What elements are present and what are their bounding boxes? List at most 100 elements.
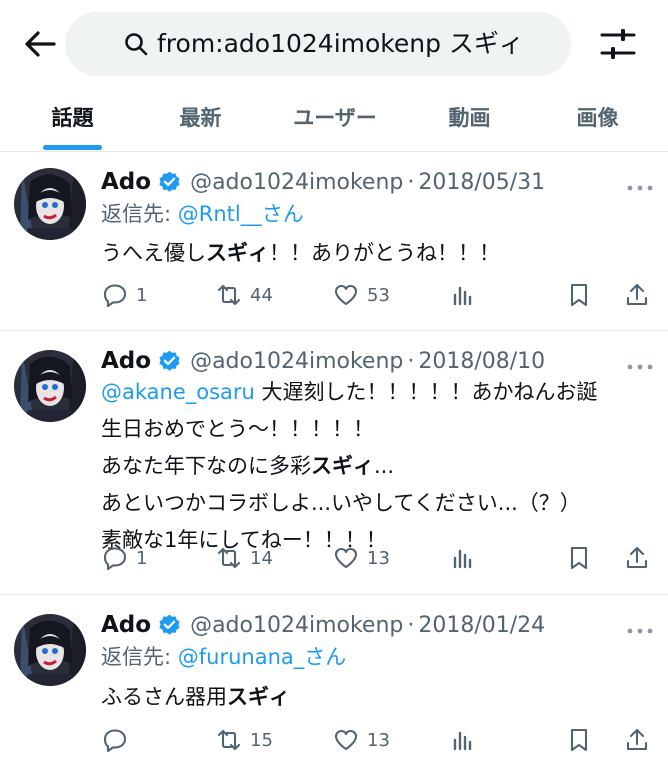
share-icon [626,283,648,306]
reply-button[interactable]: 1 [102,278,147,312]
separator-dot: · [407,169,415,195]
tweet-text-line: 生日おめでとう〜！！！！！ [101,417,374,441]
tweet-text-line: うへえ優しスギィ！！ありがとうね！！！ [101,241,500,265]
retweet-icon [217,284,241,306]
retweet-icon [217,729,241,751]
verified-badge-icon [159,614,180,635]
more-dots-icon [627,185,653,191]
user-handle[interactable]: @ado1024imokenp [190,613,403,638]
bar-chart-icon [453,731,472,751]
avatar[interactable] [14,614,86,686]
view-analytics-button[interactable] [450,723,476,757]
like-count: 13 [367,547,390,569]
tweet-item[interactable]: Ado @ado1024imokenp · 2018/01/24 返信先: @f… [0,595,668,777]
tweet-text: @akane_osaru 大遅刻した！！！！！あかねんお誕 生日おめでとう〜！！… [101,374,646,559]
replying-to: 返信先: @Rntl__さん [101,202,304,226]
reply-button[interactable]: 1 [102,541,147,575]
share-button[interactable] [624,541,650,575]
share-icon [626,546,648,569]
tweet-date[interactable]: 2018/01/24 [418,613,545,638]
search-icon [125,33,148,56]
like-count: 13 [367,729,390,751]
share-button[interactable] [624,278,650,312]
avatar[interactable] [14,350,86,422]
verified-badge-icon [159,171,180,192]
reply-mention-link[interactable]: @furunana_さん [178,645,347,669]
search-query-text: from:ado1024imokenp スギィ [157,29,524,58]
more-dots-icon [627,364,653,370]
avatar-image [14,168,86,240]
avatar-image [14,614,86,686]
bookmark-button[interactable] [566,541,592,575]
tab-people[interactable]: ユーザー [270,90,400,152]
like-button[interactable]: 53 [333,278,390,312]
avatar-image [14,350,86,422]
search-tabs: 話題 最新 ユーザー 動画 画像 [0,90,668,152]
bookmark-icon [570,283,588,307]
retweet-count: 15 [250,729,273,751]
bookmark-button[interactable] [566,723,592,757]
retweet-count: 14 [250,547,273,569]
tweet-text-line: あといつかコラボしよ...いやしてください...（？） [101,491,581,515]
more-options-button[interactable] [626,178,654,191]
reply-icon [103,284,127,308]
tweet-text: うへえ優しスギィ！！ありがとうね！！！ [101,235,646,272]
like-count: 53 [367,284,390,306]
verified-badge-icon [159,350,180,371]
retweet-count: 44 [250,284,273,306]
bar-chart-icon [453,549,472,569]
display-name[interactable]: Ado [101,348,151,374]
tweet-actions: 1 44 53 [0,278,668,312]
reply-mention-link[interactable]: @Rntl__さん [178,202,304,226]
heart-icon [334,729,358,751]
active-tab-indicator [43,145,102,150]
replying-to: 返信先: @furunana_さん [101,645,347,669]
tweet-text-line: あなた年下なのに多彩スギィ... [101,454,395,478]
avatar[interactable] [14,168,86,240]
retweet-button[interactable]: 44 [216,278,273,312]
top-bar: from:ado1024imokenp スギィ [0,0,668,90]
like-button[interactable]: 13 [333,723,390,757]
search-settings-button[interactable] [596,22,640,66]
tab-videos[interactable]: 動画 [417,90,522,152]
display-name[interactable]: Ado [101,612,151,638]
view-analytics-button[interactable] [450,541,476,575]
user-handle[interactable]: @ado1024imokenp [190,170,403,195]
separator-dot: · [407,612,415,638]
more-options-button[interactable] [626,621,654,634]
tweet-header: Ado @ado1024imokenp · 2018/01/24 [101,608,545,642]
bookmark-icon [570,546,588,570]
back-button[interactable] [18,22,62,66]
view-analytics-button[interactable] [450,278,476,312]
heart-icon [334,284,358,306]
tweet-item[interactable]: Ado @ado1024imokenp · 2018/05/31 返信先: @R… [0,152,668,331]
more-dots-icon [627,628,653,634]
separator-dot: · [407,348,415,374]
display-name[interactable]: Ado [101,169,151,195]
tweet-header: Ado @ado1024imokenp · 2018/05/31 [101,165,545,199]
retweet-button[interactable]: 15 [216,723,273,757]
bookmark-button[interactable] [566,278,592,312]
reply-button[interactable] [102,723,136,757]
more-options-button[interactable] [626,357,654,370]
reply-count: 1 [136,547,148,569]
retweet-button[interactable]: 14 [216,541,273,575]
reply-count: 1 [136,284,148,306]
mention-link[interactable]: @akane_osaru [101,380,255,404]
tweet-date[interactable]: 2018/08/10 [418,349,545,374]
tweet-date[interactable]: 2018/05/31 [418,170,545,195]
share-icon [626,728,648,751]
search-input[interactable]: from:ado1024imokenp スギィ [65,12,571,76]
tab-latest[interactable]: 最新 [148,90,253,152]
like-button[interactable]: 13 [333,541,390,575]
tweet-text: ふるさん器用スギィ [101,679,646,716]
tab-images[interactable]: 画像 [545,90,650,152]
tweet-text-line: ふるさん器用スギィ [101,685,290,709]
tweet-actions: 15 13 [0,723,668,757]
back-arrow-icon [25,31,56,57]
tab-top[interactable]: 話題 [20,90,125,152]
share-button[interactable] [624,723,650,757]
tweet-header: Ado @ado1024imokenp · 2018/08/10 [101,344,545,378]
tweet-item[interactable]: Ado @ado1024imokenp · 2018/08/10 @akane_… [0,331,668,595]
user-handle[interactable]: @ado1024imokenp [190,349,403,374]
